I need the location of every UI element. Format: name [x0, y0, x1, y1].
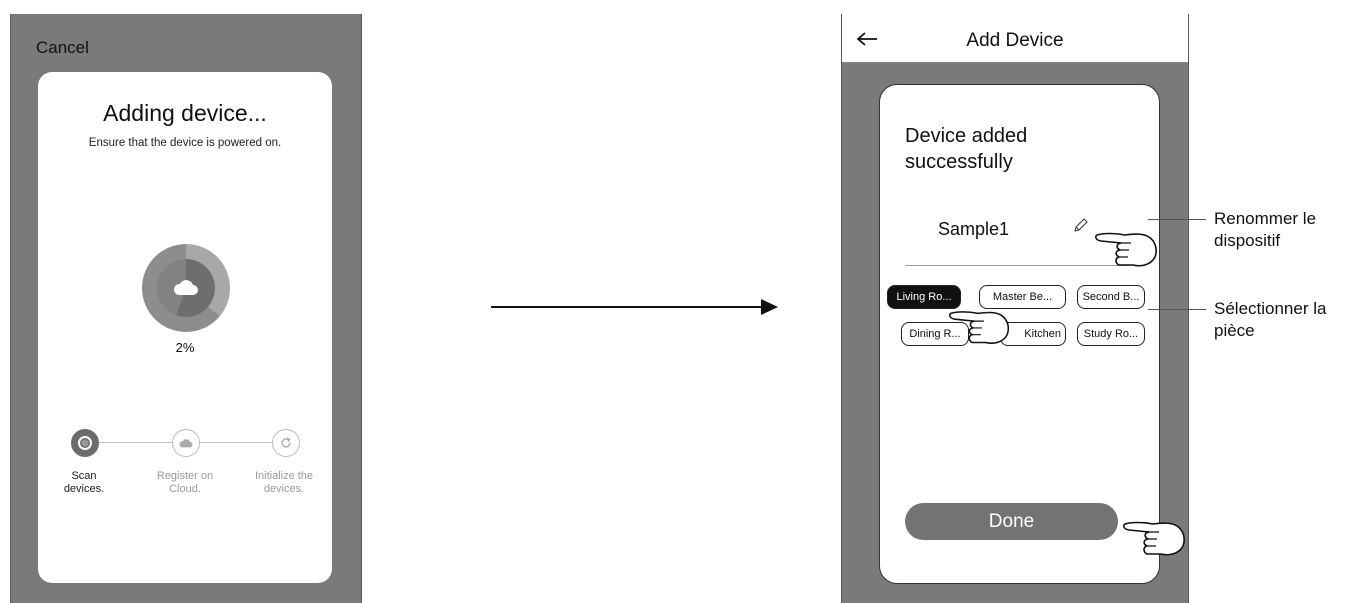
step-initialize-icon	[272, 429, 300, 457]
adding-device-screen: Cancel Adding device... Ensure that the …	[10, 14, 362, 603]
adding-device-card: Adding device... Ensure that the device …	[38, 72, 332, 583]
pencil-icon[interactable]	[1073, 217, 1089, 233]
rename-leader-line	[1148, 219, 1206, 220]
pointing-hand-icon	[1095, 232, 1157, 267]
step-register-icon	[172, 429, 200, 457]
step-scan-icon	[71, 429, 99, 457]
refresh-icon	[78, 436, 92, 450]
refresh-icon	[281, 437, 291, 448]
step-register-label: Register on Cloud.	[156, 470, 214, 495]
header: Add Device	[842, 14, 1188, 63]
step-scan-label: Scan devices.	[63, 470, 105, 495]
cancel-button[interactable]: Cancel	[36, 38, 89, 58]
transition-arrow-head	[761, 299, 778, 315]
page-title: Add Device	[966, 30, 1064, 51]
pointing-hand-icon	[948, 311, 1010, 344]
cloud-icon	[173, 280, 198, 295]
device-added-card: Device added successfully Sample1 Living…	[879, 84, 1160, 584]
room-chip-second-bedroom[interactable]: Second B...	[1077, 285, 1145, 309]
device-name-field[interactable]: Sample1	[938, 219, 1009, 240]
room-annotation: Sélectionner la pièce	[1214, 299, 1327, 340]
rename-annotation: Renommer le dispositif	[1214, 209, 1317, 250]
cloud-icon	[179, 439, 193, 448]
step-initialize-label: Initialize the devices.	[254, 470, 314, 495]
room-leader-line	[1148, 309, 1206, 310]
adding-title: Adding device...	[103, 100, 267, 126]
progress-ring	[142, 244, 230, 332]
adding-subtitle: Ensure that the device is powered on.	[88, 137, 282, 149]
transition-arrow-line	[491, 306, 763, 308]
done-button[interactable]: Done	[905, 503, 1118, 540]
success-message: Device added successfully	[905, 125, 1028, 173]
progress-percent: 2%	[175, 340, 195, 355]
pointing-hand-icon	[1123, 521, 1185, 556]
room-chip-study-room[interactable]: Study Ro...	[1077, 322, 1145, 346]
